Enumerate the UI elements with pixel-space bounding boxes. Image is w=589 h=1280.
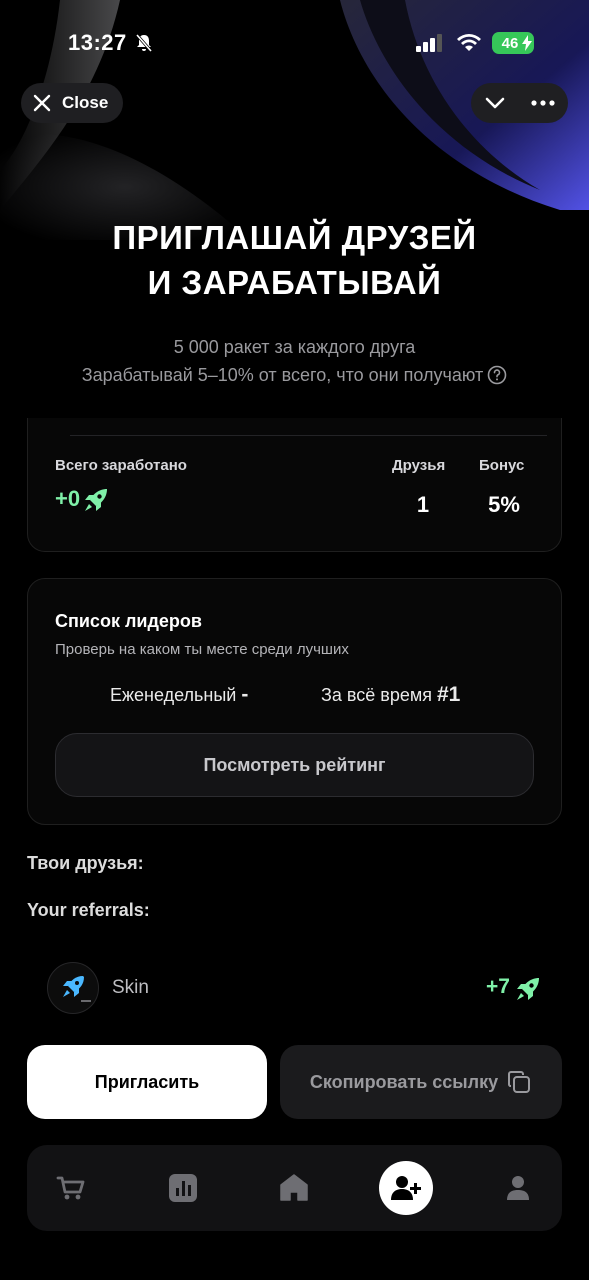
page-subtitle: 5 000 ракет за каждого друга Зарабатывай…: [0, 333, 589, 389]
signal-icon: [416, 34, 442, 52]
tab-friends[interactable]: [379, 1161, 433, 1215]
rocket-icon: [517, 978, 539, 1000]
invite-button[interactable]: Пригласить: [27, 1045, 267, 1119]
friends-heading: Твои друзья:: [27, 853, 144, 873]
cart-icon: [56, 1176, 85, 1200]
top-menu-pill: [471, 83, 568, 123]
more-icon[interactable]: [531, 100, 555, 106]
profile-icon: [507, 1176, 529, 1200]
tab-shop[interactable]: [44, 1161, 98, 1215]
referrals-heading: Your referrals:: [27, 900, 150, 920]
stats-icon: [169, 1174, 197, 1202]
close-icon: [33, 94, 51, 112]
battery-level: 46: [501, 34, 519, 52]
copy-link-button[interactable]: Скопировать ссылку: [280, 1045, 562, 1119]
weekly-rank-label: Еженедельный: [110, 685, 237, 705]
subtitle-line-2-row: Зарабатывай 5–10% от всего, что они полу…: [0, 361, 589, 389]
bell-muted-icon: [135, 34, 153, 52]
subtitle-line-1: 5 000 ракет за каждого друга: [173, 337, 416, 357]
chevron-down-icon[interactable]: [485, 95, 505, 111]
status-time: 13:27: [68, 30, 127, 55]
alltime-rank: За всё время #1: [321, 683, 460, 707]
bonus-label: Бонус: [479, 457, 525, 474]
view-rating-button[interactable]: Посмотреть рейтинг: [55, 733, 534, 797]
earned-label: Всего заработано: [55, 457, 187, 474]
tab-stats[interactable]: [156, 1161, 210, 1215]
referral-bonus: +7: [486, 975, 510, 998]
weekly-rank-value: -: [241, 683, 249, 706]
home-icon: [280, 1174, 308, 1201]
help-icon[interactable]: [487, 365, 507, 385]
divider: [70, 435, 547, 436]
referral-name: Skin: [112, 977, 149, 998]
title-line-1: ПРИГЛАШАЙ ДРУЗЕЙ: [112, 219, 477, 256]
status-bar: 13:27 46: [0, 0, 589, 88]
subtitle-line-2: Зарабатывай 5–10% от всего, что они полу…: [81, 365, 484, 385]
copy-link-label: Скопировать ссылку: [309, 1071, 499, 1092]
bottom-tab-bar: [27, 1145, 562, 1231]
friends-count-label: Друзья: [392, 457, 446, 474]
tab-home[interactable]: [267, 1161, 321, 1215]
weekly-rank: Еженедельный -: [110, 683, 248, 707]
avatar: [47, 962, 99, 1014]
wifi-icon: [457, 34, 481, 51]
alltime-rank-label: За всё время: [321, 685, 432, 705]
page-title: ПРИГЛАШАЙ ДРУЗЕЙ И ЗАРАБАТЫВАЙ: [0, 215, 589, 305]
earnings-card: Всего заработано +0 Друзья 1 Бонус 5%: [27, 418, 562, 552]
add-friend-icon: [391, 1176, 421, 1200]
bonus-value: 5%: [488, 492, 520, 517]
battery-indicator: 46: [492, 32, 534, 54]
close-button[interactable]: Close: [21, 83, 123, 123]
leaderboard-subtitle: Проверь на каком ты месте среди лучших: [55, 641, 349, 658]
charging-bolt-icon: [522, 35, 532, 51]
referral-list-item: Skin +7: [27, 960, 562, 1018]
close-label: Close: [62, 93, 109, 112]
friends-count-value: 1: [416, 492, 430, 517]
leaderboard-title: Список лидеров: [55, 611, 202, 631]
leaderboard-card: Список лидеров Проверь на каком ты месте…: [27, 578, 562, 825]
rocket-avatar-icon: [63, 976, 91, 1002]
title-line-2: И ЗАРАБАТЫВАЙ: [147, 264, 442, 301]
tab-profile[interactable]: [491, 1161, 545, 1215]
rocket-icon: [85, 489, 107, 511]
alltime-rank-value: #1: [436, 683, 461, 706]
earned-value: +0: [55, 486, 81, 511]
copy-icon: [508, 1071, 531, 1093]
